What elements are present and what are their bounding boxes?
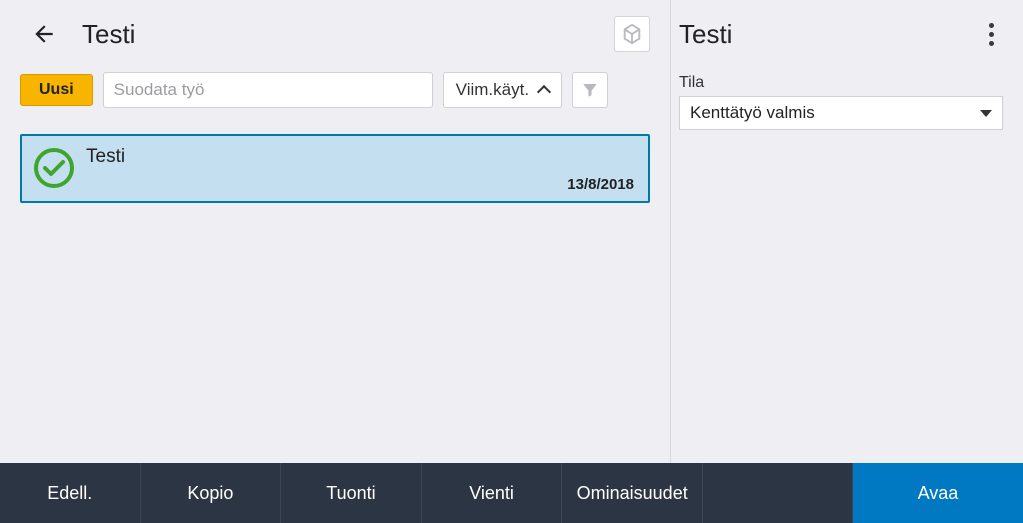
status-select[interactable]: Kenttätyö valmis [679,96,1003,130]
funnel-icon [581,81,599,99]
properties-button[interactable]: Ominaisuudet [562,463,703,523]
bottom-spacer [703,463,853,523]
toolbar: Uusi Viim.käyt. [20,72,650,108]
status-label: Tila [679,74,1003,92]
filter-button[interactable] [572,72,608,108]
export-button[interactable]: Vienti [422,463,563,523]
more-button[interactable] [979,23,1003,46]
bottom-bar: Edell. Kopio Tuonti Vienti Ominaisuudet … [0,463,1023,523]
back-button[interactable] [20,21,68,47]
cube-icon [621,23,643,45]
filter-input[interactable] [103,72,433,108]
left-panel: Testi Uusi Viim.käyt. [0,0,670,463]
page-title: Testi [82,19,135,50]
prev-button[interactable]: Edell. [0,463,141,523]
detail-title: Testi [679,19,979,50]
open-button[interactable]: Avaa [853,463,1023,523]
job-title: Testi [86,146,634,168]
status-value: Kenttätyö valmis [690,103,815,123]
sort-label: Viim.käyt. [456,80,529,100]
right-panel: Testi Tila Kenttätyö valmis [670,0,1023,463]
header-row: Testi [20,12,650,56]
check-circle-icon [32,146,76,190]
job-list: Testi 13/8/2018 [20,134,650,203]
dot-icon [989,41,994,46]
copy-button[interactable]: Kopio [141,463,282,523]
chevron-down-icon [980,110,992,117]
chevron-up-icon [537,85,551,99]
job-date: 13/8/2018 [86,176,634,193]
sort-button[interactable]: Viim.käyt. [443,72,562,108]
import-button[interactable]: Tuonti [281,463,422,523]
arrow-left-icon [31,21,57,47]
sync-button[interactable] [614,16,650,52]
new-button[interactable]: Uusi [20,74,93,106]
list-item[interactable]: Testi 13/8/2018 [20,134,650,203]
detail-header: Testi [679,12,1003,56]
dot-icon [989,32,994,37]
dot-icon [989,23,994,28]
